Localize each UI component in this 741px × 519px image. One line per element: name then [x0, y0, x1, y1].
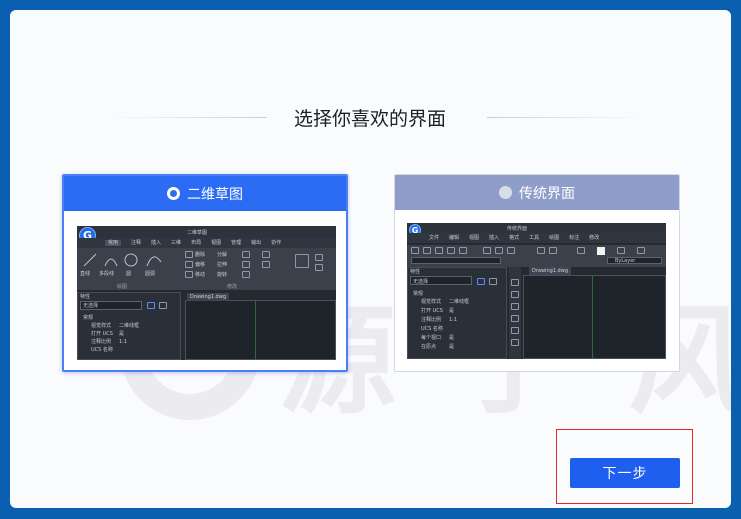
tool-icon — [511, 303, 519, 310]
preview-prop-row: 打开 UCS 是 — [91, 331, 125, 337]
tool-icon — [549, 247, 557, 254]
tool-icon — [483, 247, 491, 254]
radio-selected-icon[interactable] — [167, 187, 180, 200]
tool-icon — [459, 247, 467, 254]
tool-icon — [477, 278, 485, 285]
preview-axis-line — [592, 275, 593, 359]
preview-prop-row: 打开 UCS 是 — [421, 308, 455, 314]
preview-menu-tabs: 常用 注释 插入 三维 布局 视图 管理 输出 协作 — [105, 239, 291, 246]
preview-prop-row: 每个视口是 — [421, 335, 455, 341]
tool-icon — [637, 247, 645, 254]
preview-props-header: 常规 — [413, 291, 424, 297]
tool-icon — [411, 247, 419, 254]
preview-group-label: 绘图 — [117, 284, 128, 290]
option-label: 二维草图 — [187, 186, 243, 203]
tool-icon — [511, 339, 519, 346]
preview-prop-row: UCS 名称 — [421, 326, 443, 332]
preview-prop-row: 注释比例 1:1 — [421, 317, 458, 323]
preview-prop-row: 在原点是 — [421, 344, 455, 350]
tool-icon — [617, 247, 625, 254]
preview-tool-label: 偏移 — [195, 262, 206, 268]
tool-icon — [495, 247, 503, 254]
preview-screenshot: G 传统界面 文件 编辑 视图 插入 格式 工具 绘图 标注 修改 ByLayer — [407, 223, 666, 359]
tool-icon — [262, 251, 270, 258]
option-header[interactable]: 二维草图 — [64, 176, 346, 211]
preview-prop-row: 视觉样式 二维线框 — [91, 323, 140, 329]
color-swatch — [597, 247, 605, 255]
tool-icon — [511, 315, 519, 322]
preview-tool-label: 圆 — [126, 271, 132, 277]
preview-window-title: 二维草图 — [187, 230, 208, 236]
option-card-2d-sketch[interactable]: 二维草图 G 二维草图 常用 注释 插入 三维 布局 视图 管理 输出 协作 直线 多段线 圆 … — [62, 174, 348, 372]
tool-icon — [435, 247, 443, 254]
preview-tool-label: 旋转 — [217, 272, 228, 278]
tool-icon — [185, 261, 193, 268]
preview-prop-row: 注释比例 1:1 — [91, 339, 128, 345]
tool-icon — [577, 247, 585, 254]
preview-layer-dropdown — [411, 257, 501, 264]
tool-icon — [537, 247, 545, 254]
preview-tool-label: 拉伸 — [217, 262, 228, 268]
preview-draw-tools-icon — [83, 253, 162, 267]
tool-icon — [185, 251, 193, 258]
preview-panel-title: 特性 — [80, 294, 91, 300]
tool-icon — [242, 251, 250, 258]
tool-icon — [242, 261, 250, 268]
preview-prop-row: 视觉样式 二维线框 — [421, 299, 470, 305]
tool-icon — [315, 254, 323, 261]
preview-menu-tabs: 文件 编辑 视图 插入 格式 工具 绘图 标注 修改 — [429, 235, 600, 241]
tool-icon — [159, 302, 167, 309]
tool-icon — [185, 271, 193, 278]
preview-screenshot: G 二维草图 常用 注释 插入 三维 布局 视图 管理 输出 协作 直线 多段线 圆 圆弧 删除… — [77, 226, 336, 360]
tool-icon — [242, 271, 250, 278]
preview-props-header: 常规 — [83, 315, 94, 321]
preview-select-text: 无选择 — [83, 303, 99, 309]
tool-icon — [262, 261, 270, 268]
preview-drawing-canvas — [185, 300, 336, 360]
preview-panel-title: 特性 — [410, 269, 421, 275]
option-header[interactable]: 传统界面 — [395, 175, 679, 210]
preview-drawing-canvas — [523, 275, 666, 359]
tool-icon — [423, 247, 431, 254]
tool-icon — [447, 247, 455, 254]
preview-tool-label: 多段线 — [99, 271, 115, 277]
preview-titlebar — [407, 223, 666, 233]
preview-axis-line — [255, 300, 256, 360]
tool-icon — [489, 278, 497, 285]
preview-doc-tab: Drawing1.dwg — [529, 267, 571, 275]
tool-icon — [511, 279, 519, 286]
title-row: 选择你喜欢的界面 — [10, 102, 731, 134]
preview-tool-label: 分解 — [217, 252, 228, 258]
tool-icon — [295, 254, 309, 268]
tool-icon — [507, 247, 515, 254]
preview-layer-label: ByLayer — [615, 258, 636, 264]
preview-select-text: 无选择 — [413, 279, 429, 285]
preview-doc-tab: Drawing1.dwg — [187, 293, 229, 301]
option-card-classic[interactable]: 传统界面 G 传统界面 文件 编辑 视图 插入 格式 工具 绘图 标注 修改 B… — [394, 174, 680, 372]
title-divider-left — [107, 117, 267, 118]
preview-window-title: 传统界面 — [507, 226, 528, 232]
preview-group-label: 修改 — [227, 284, 238, 290]
preview-tool-label: 圆弧 — [145, 271, 156, 277]
tool-icon — [315, 264, 323, 271]
tool-icon — [147, 302, 155, 309]
preview-prop-row: UCS 名称 — [91, 347, 113, 353]
dialog-title: 选择你喜欢的界面 — [293, 108, 446, 130]
tool-icon — [511, 291, 519, 298]
tool-icon — [511, 327, 519, 334]
preview-tool-label: 删除 — [195, 252, 206, 258]
preview-tool-label: 移动 — [195, 272, 206, 278]
radio-unselected-icon[interactable] — [499, 186, 512, 199]
interface-selection-dialog: 源 于 风 选择你喜欢的界面 二维草图 G 二维草图 常用注释插入三维布局视图管… — [10, 10, 731, 508]
preview-tool-label: 直线 — [80, 271, 91, 277]
option-label: 传统界面 — [519, 185, 575, 202]
title-divider-right — [487, 117, 647, 118]
next-button[interactable]: 下一步 — [570, 458, 680, 488]
